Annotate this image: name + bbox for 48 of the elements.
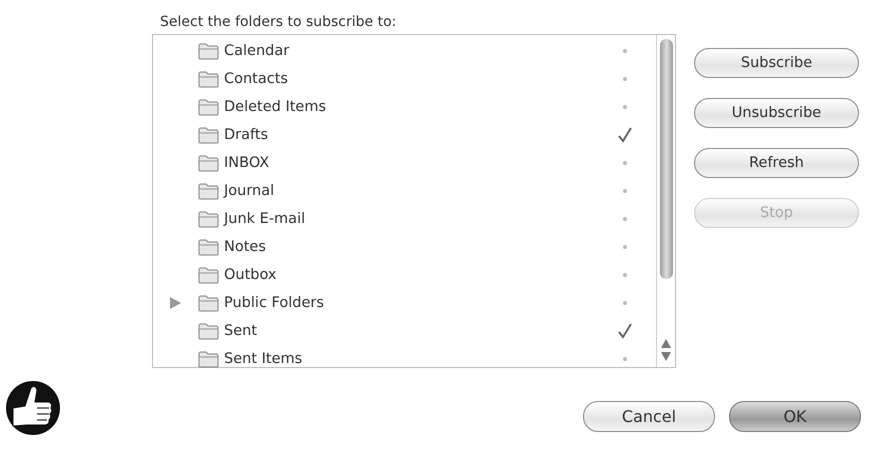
- folder-name: Public Folders: [224, 295, 325, 311]
- folder-row[interactable]: Junk E-mail: [153, 205, 656, 233]
- folder-name: Contacts: [224, 71, 289, 87]
- thumbs-up-icon: [5, 378, 61, 438]
- folder-name: INBOX: [224, 155, 270, 171]
- dialog-button[interactable]: OK: [729, 400, 861, 432]
- side-button[interactable]: Unsubscribe: [694, 98, 859, 128]
- folder-name: Calendar: [224, 43, 290, 59]
- folder-row[interactable]: Sent Items: [153, 345, 656, 373]
- folder-row[interactable]: Outbox: [153, 261, 656, 289]
- folder-icon: [198, 322, 219, 340]
- scroll-down-icon[interactable]: [661, 352, 671, 361]
- folder-name: Sent: [224, 323, 258, 339]
- folder-icon: [198, 294, 219, 312]
- folder-name: Journal: [224, 183, 276, 199]
- folder-icon: [198, 350, 219, 368]
- folder-name: Notes: [224, 239, 267, 255]
- folder-icon: [198, 98, 219, 116]
- folder-row[interactable]: INBOX: [153, 149, 656, 177]
- folder-icon: [198, 182, 219, 200]
- folder-row[interactable]: Sent: [153, 317, 656, 345]
- folder-row[interactable]: Journal: [153, 177, 656, 205]
- folder-row[interactable]: Calendar: [153, 37, 656, 65]
- scroll-up-icon[interactable]: [661, 339, 671, 348]
- folder-icon: [198, 266, 219, 284]
- folder-icon: [198, 154, 219, 172]
- folder-icon: [198, 126, 219, 144]
- prompt-label: Select the folders to subscribe to:: [160, 14, 398, 30]
- folder-name: Junk E-mail: [224, 211, 306, 227]
- disclosure-triangle-icon[interactable]: [170, 297, 181, 309]
- folder-name: Deleted Items: [224, 99, 328, 115]
- folder-row[interactable]: Public Folders: [153, 289, 656, 317]
- folder-name: Outbox: [224, 267, 278, 283]
- scrollbar[interactable]: [656, 35, 675, 367]
- folder-icon: [198, 70, 219, 88]
- folder-icon: [198, 42, 219, 60]
- side-button[interactable]: Subscribe: [694, 48, 859, 78]
- folder-row[interactable]: Deleted Items: [153, 93, 656, 121]
- side-button[interactable]: Refresh: [694, 148, 859, 178]
- dialog-button[interactable]: Cancel: [583, 400, 715, 432]
- folder-icon: [198, 210, 219, 228]
- scroll-thumb[interactable]: [660, 39, 672, 279]
- folder-row[interactable]: Drafts: [153, 121, 656, 149]
- folder-name: Drafts: [224, 127, 270, 143]
- folder-icon: [198, 238, 219, 256]
- folder-name: Sent Items: [224, 351, 304, 367]
- folder-row[interactable]: Contacts: [153, 65, 656, 93]
- folder-row[interactable]: Notes: [153, 233, 656, 261]
